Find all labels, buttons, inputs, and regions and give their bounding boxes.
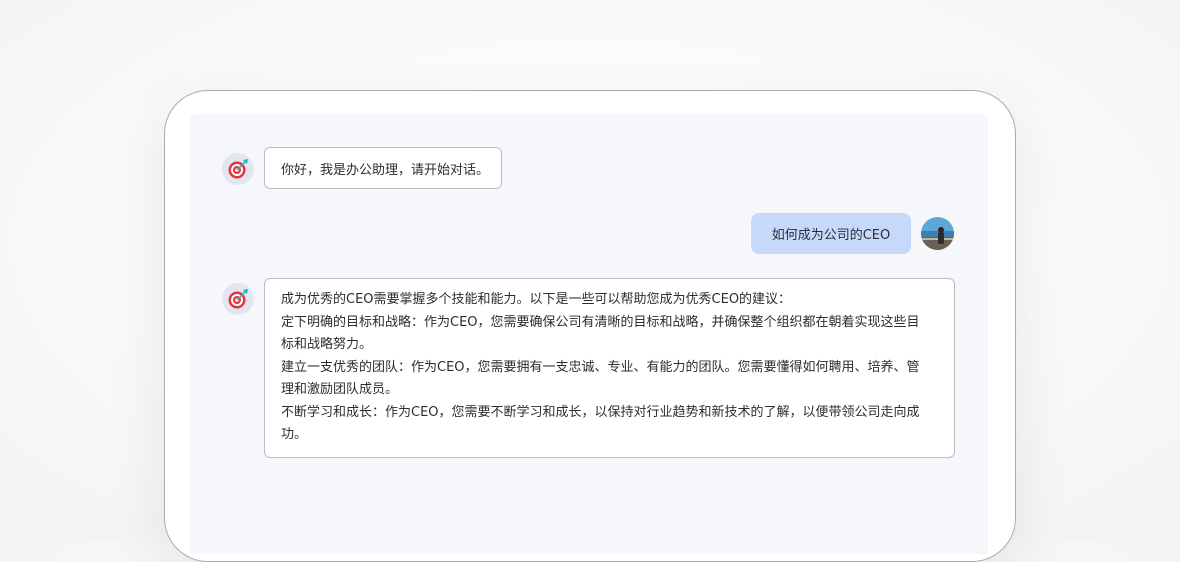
bot-greeting-text: 你好，我是办公助理，请开始对话。 bbox=[281, 163, 490, 178]
dartboard-icon bbox=[228, 159, 248, 179]
answer-line: 定下明确的目标和战略：作为CEO，您需要确保公司有清晰的目标和战略，并确保整个组… bbox=[281, 314, 920, 330]
answer-line: 建立一支优秀的团队：作为CEO，您需要拥有一支忠诚、专业、有能力的团队。您需要懂… bbox=[281, 359, 920, 375]
dartboard-icon bbox=[228, 289, 248, 309]
answer-line: 不断学习和成长：作为CEO，您需要不断学习和成长，以保持对行业趋势和新技术的了解… bbox=[281, 404, 920, 420]
answer-line: 成为优秀的CEO需要掌握多个技能和能力。以下是一些可以帮助您成为优秀CEO的建议… bbox=[281, 292, 792, 307]
user-message-text: 如何成为公司的CEO bbox=[771, 228, 891, 243]
bot-avatar-dartboard-icon bbox=[222, 153, 254, 185]
bot-greeting-bubble: 你好，我是办公助理，请开始对话。 bbox=[264, 147, 502, 189]
user-message-bubble: 如何成为公司的CEO bbox=[751, 213, 911, 254]
answer-line: 功。 bbox=[281, 427, 308, 442]
answer-line: 理和激励团队成员。 bbox=[281, 382, 399, 397]
chat-screen: 你好，我是办公助理，请开始对话。 如何成为公司的CEO 成为优秀的CEO需要掌握… bbox=[190, 114, 988, 554]
user-photo-icon bbox=[921, 217, 954, 250]
device-frame: 你好，我是办公助理，请开始对话。 如何成为公司的CEO 成为优秀的CEO需要掌握… bbox=[164, 90, 1016, 562]
answer-line: 标和战略努力。 bbox=[281, 337, 373, 352]
bot-avatar-dartboard-icon bbox=[222, 283, 254, 315]
user-avatar bbox=[921, 217, 954, 250]
bot-answer-bubble: 成为优秀的CEO需要掌握多个技能和能力。以下是一些可以帮助您成为优秀CEO的建议… bbox=[264, 278, 955, 458]
